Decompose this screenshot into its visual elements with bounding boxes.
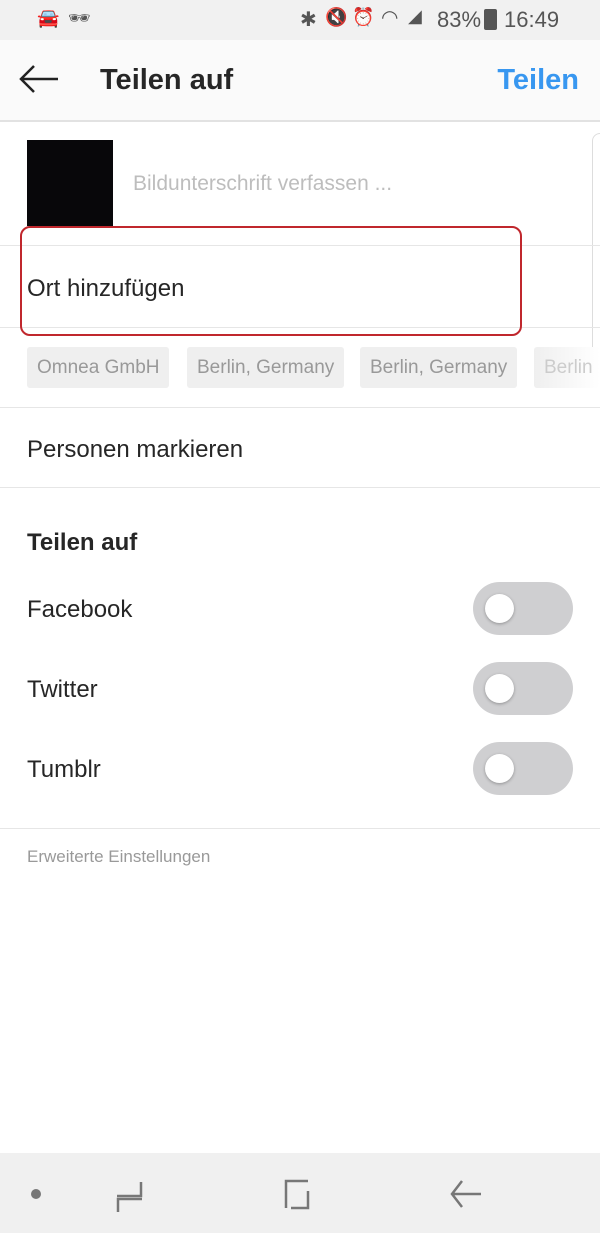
tumblr-toggle[interactable] <box>473 742 573 795</box>
share-section-title: Teilen auf <box>27 529 138 556</box>
divider <box>0 407 600 408</box>
home-icon[interactable] <box>282 1179 314 1211</box>
toggle-knob <box>485 674 514 703</box>
alarm-icon: ⏰ <box>352 7 375 27</box>
recents-icon[interactable] <box>114 1180 146 1212</box>
facebook-label: Facebook <box>27 596 133 623</box>
page-title: Teilen auf <box>100 64 234 96</box>
facebook-toggle[interactable] <box>473 582 573 635</box>
highlight-box <box>20 226 522 336</box>
car-icon: 🚘 <box>37 8 60 28</box>
location-chip[interactable]: Berlin, Germany <box>187 347 345 388</box>
toggle-knob <box>485 754 514 783</box>
location-chip[interactable]: Berlin, Germany <box>360 347 518 388</box>
dot-icon[interactable] <box>31 1189 41 1199</box>
image-thumbnail[interactable] <box>27 140 113 226</box>
caption-input[interactable]: Bildunterschrift verfassen ... <box>133 172 392 196</box>
incognito-icon: 🕶 <box>68 8 91 28</box>
tag-people[interactable]: Personen markieren <box>27 436 243 464</box>
signal-icon: ◢ <box>408 6 422 26</box>
scroll-panel-edge <box>592 133 600 378</box>
mute-icon: 🔇 <box>325 7 348 27</box>
toggle-knob <box>485 594 514 623</box>
twitter-label: Twitter <box>27 676 98 703</box>
location-chip[interactable]: Berlin <box>534 347 600 388</box>
wifi-icon: ◠ <box>381 7 399 29</box>
navigation-bar <box>0 1153 600 1233</box>
status-bar: 🚘 🕶 ✱ 🔇 ⏰ ◠ ◢ 83% 16:49 <box>0 0 600 40</box>
back-icon[interactable] <box>448 1179 484 1211</box>
location-chip[interactable]: Omnea GmbH <box>27 347 170 388</box>
battery-charging-icon <box>484 9 497 30</box>
divider <box>0 828 600 829</box>
bluetooth-icon: ✱ <box>300 9 317 31</box>
battery-level: 83% <box>437 7 482 32</box>
back-arrow-icon[interactable] <box>18 64 60 94</box>
twitter-toggle[interactable] <box>473 662 573 715</box>
top-bar: Teilen auf Teilen <box>0 40 600 122</box>
advanced-settings-link[interactable]: Erweiterte Einstellungen <box>27 847 210 867</box>
clock: 16:49 <box>504 7 560 32</box>
tumblr-label: Tumblr <box>27 756 101 783</box>
share-button[interactable]: Teilen <box>497 64 579 97</box>
divider <box>0 487 600 488</box>
